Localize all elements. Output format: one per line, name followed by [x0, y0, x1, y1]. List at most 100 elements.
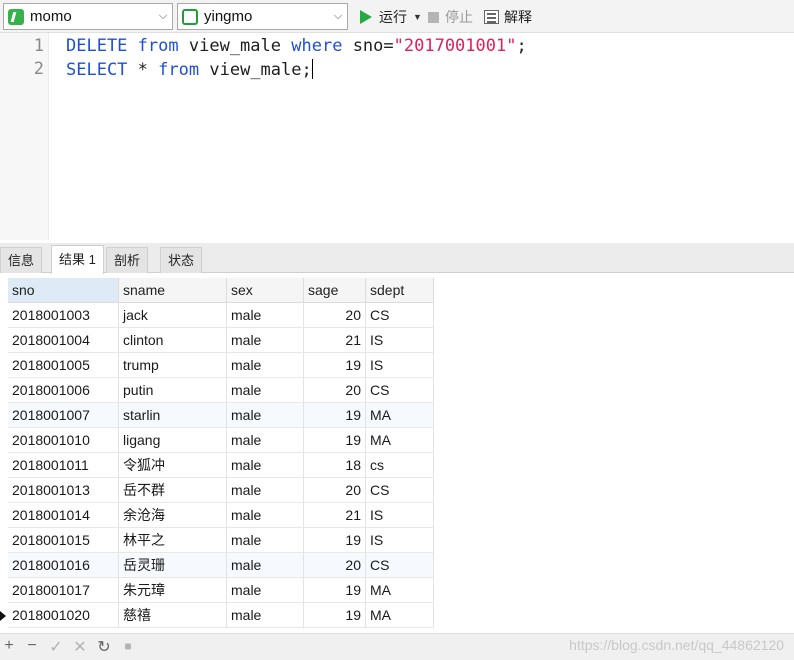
line-gutter: 1 2 — [0, 33, 49, 240]
table-cell[interactable]: starlin — [119, 403, 227, 428]
column-header-sage[interactable]: sage — [304, 278, 366, 303]
table-cell[interactable]: 2018001014 — [8, 503, 119, 528]
table-cell[interactable]: male — [227, 603, 304, 628]
table-cell[interactable]: 19 — [304, 403, 366, 428]
delete-row-icon[interactable]: − — [23, 637, 41, 655]
table-cell[interactable]: 19 — [304, 428, 366, 453]
table-cell[interactable]: male — [227, 503, 304, 528]
table-cell[interactable]: 21 — [304, 328, 366, 353]
table-cell[interactable]: CS — [366, 478, 434, 503]
table-cell[interactable]: 余沧海 — [119, 503, 227, 528]
table-cell[interactable]: clinton — [119, 328, 227, 353]
table-cell[interactable]: 2018001010 — [8, 428, 119, 453]
table-cell[interactable]: CS — [366, 303, 434, 328]
code-line-2[interactable]: SELECT * from view_male; — [66, 59, 313, 80]
stop-button[interactable]: 停止 — [428, 7, 473, 27]
table-cell[interactable]: 2018001005 — [8, 353, 119, 378]
run-button[interactable]: 运行 ▼ — [360, 7, 422, 27]
table-cell[interactable]: 2018001003 — [8, 303, 119, 328]
table-cell[interactable]: MA — [366, 603, 434, 628]
apply-icon[interactable]: ✓ — [47, 637, 65, 657]
add-row-icon[interactable]: + — [0, 637, 18, 655]
table-cell[interactable]: IS — [366, 503, 434, 528]
table-cell[interactable]: 2018001020 — [8, 603, 119, 628]
table-cell[interactable]: MA — [366, 428, 434, 453]
table-cell[interactable]: 2018001013 — [8, 478, 119, 503]
table-cell[interactable]: 19 — [304, 528, 366, 553]
table-cell[interactable]: trump — [119, 353, 227, 378]
tab-result-1[interactable]: 结果 1 — [51, 245, 104, 274]
identifier: view_male; — [209, 60, 312, 80]
refresh-icon[interactable]: ↻ — [95, 637, 113, 657]
table-cell[interactable]: 20 — [304, 478, 366, 503]
table-cell[interactable]: IS — [366, 353, 434, 378]
column-header-sex[interactable]: sex — [227, 278, 304, 303]
table-cell[interactable]: male — [227, 303, 304, 328]
table-cell[interactable]: 2018001015 — [8, 528, 119, 553]
table-cell[interactable]: putin — [119, 378, 227, 403]
table-cell[interactable]: 19 — [304, 578, 366, 603]
table-cell[interactable]: 20 — [304, 303, 366, 328]
table-cell[interactable]: ligang — [119, 428, 227, 453]
table-cell[interactable]: male — [227, 428, 304, 453]
column-header-sname[interactable]: sname — [119, 278, 227, 303]
stop-label: 停止 — [445, 9, 473, 25]
table-cell[interactable]: CS — [366, 378, 434, 403]
table-cell[interactable]: male — [227, 578, 304, 603]
table-cell[interactable]: 20 — [304, 553, 366, 578]
tab-info[interactable]: 信息 — [0, 247, 43, 273]
run-label: 运行 — [379, 9, 407, 25]
table-cell[interactable]: jack — [119, 303, 227, 328]
table-cell[interactable]: IS — [366, 328, 434, 353]
table-cell[interactable]: 2018001016 — [8, 553, 119, 578]
table-cell[interactable]: 令狐冲 — [119, 453, 227, 478]
table-cell[interactable]: male — [227, 478, 304, 503]
table-cell[interactable]: male — [227, 528, 304, 553]
tab-status[interactable]: 状态 — [160, 247, 203, 273]
table-cell[interactable]: MA — [366, 578, 434, 603]
table-cell[interactable]: 朱元璋 — [119, 578, 227, 603]
table-cell[interactable]: CS — [366, 553, 434, 578]
tab-profile[interactable]: 剖析 — [106, 247, 149, 273]
discard-icon[interactable]: ✕ — [71, 637, 89, 657]
table-cell[interactable]: 岳灵珊 — [119, 553, 227, 578]
table-cell[interactable]: 20 — [304, 378, 366, 403]
sql-editor[interactable]: 1 2 DELETE from view_male where sno="201… — [0, 33, 794, 240]
column-header-sno[interactable]: sno — [8, 278, 119, 303]
table-cell[interactable]: MA — [366, 403, 434, 428]
table-cell[interactable]: cs — [366, 453, 434, 478]
code-line-1[interactable]: DELETE from view_male where sno="2017001… — [66, 36, 527, 56]
table-cell[interactable]: male — [227, 328, 304, 353]
keyword: SELECT — [66, 60, 128, 80]
table-cell[interactable]: male — [227, 453, 304, 478]
chevron-down-icon[interactable]: ⌵ — [329, 10, 347, 23]
table-cell[interactable]: 2018001011 — [8, 453, 119, 478]
explain-button[interactable]: 解释 — [484, 7, 532, 27]
database-select[interactable]: yingmo ⌵ — [177, 3, 348, 30]
table-cell[interactable]: 2018001006 — [8, 378, 119, 403]
table-cell[interactable]: 慈禧 — [119, 603, 227, 628]
table-cell[interactable]: 21 — [304, 503, 366, 528]
table-cell[interactable]: male — [227, 403, 304, 428]
identifier: sno= — [352, 36, 394, 56]
table-cell[interactable]: 2018001007 — [8, 403, 119, 428]
connection-select[interactable]: momo ⌵ — [3, 3, 173, 30]
caret-down-icon[interactable]: ▼ — [413, 12, 422, 22]
table-cell[interactable]: 岳不群 — [119, 478, 227, 503]
column-header-sdept[interactable]: sdept — [366, 278, 434, 303]
stop-icon[interactable]: ■ — [119, 639, 137, 653]
table-cell[interactable]: IS — [366, 528, 434, 553]
table-cell[interactable]: male — [227, 353, 304, 378]
table-cell[interactable]: 19 — [304, 353, 366, 378]
table-cell[interactable]: 2018001017 — [8, 578, 119, 603]
database-name: yingmo — [204, 8, 253, 25]
table-cell[interactable]: 19 — [304, 603, 366, 628]
keyword: from — [158, 60, 200, 80]
play-icon — [360, 10, 372, 24]
table-cell[interactable]: 18 — [304, 453, 366, 478]
table-cell[interactable]: male — [227, 378, 304, 403]
table-cell[interactable]: 林平之 — [119, 528, 227, 553]
table-cell[interactable]: male — [227, 553, 304, 578]
chevron-down-icon[interactable]: ⌵ — [154, 10, 172, 23]
table-cell[interactable]: 2018001004 — [8, 328, 119, 353]
